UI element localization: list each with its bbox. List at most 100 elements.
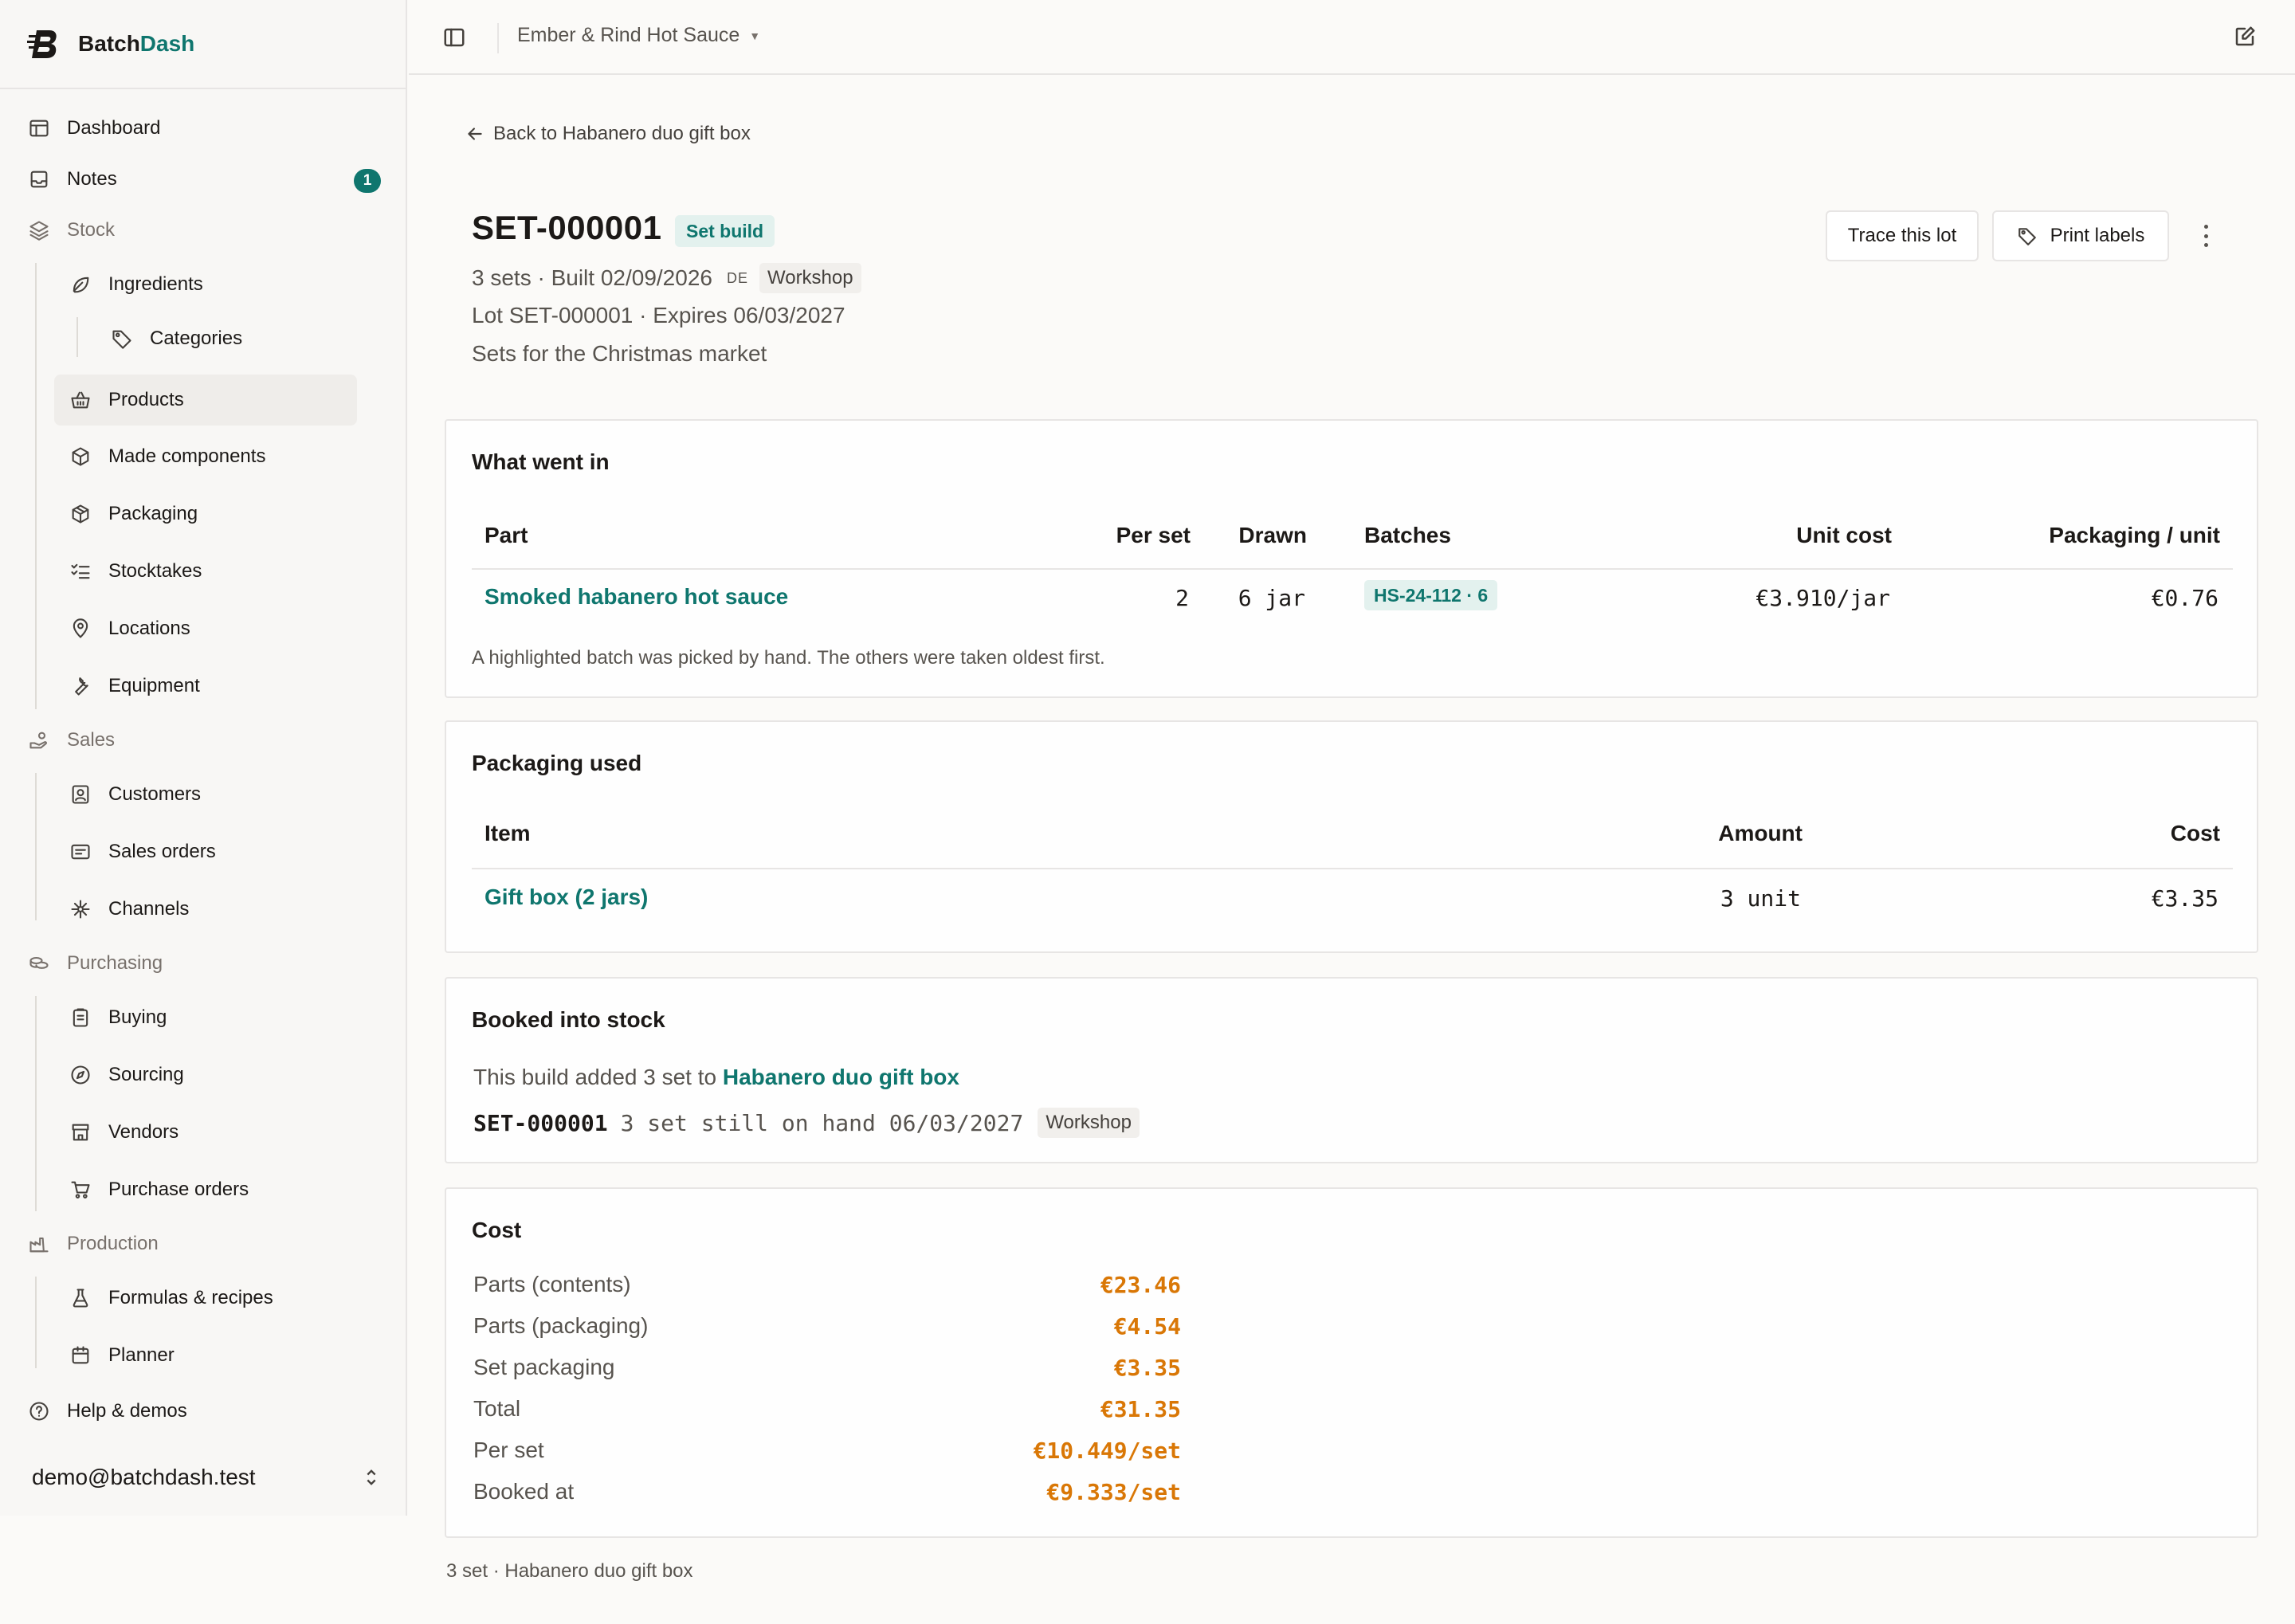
back-link-label: Back to Habanero duo gift box bbox=[493, 123, 751, 144]
network-icon bbox=[69, 897, 92, 921]
cost-value: €9.333/set bbox=[1046, 1479, 1181, 1505]
nav-label: Sales bbox=[67, 729, 116, 751]
sidebar: BatchDash Dashboard Notes 1 Stock Ingred… bbox=[0, 0, 407, 1516]
col-header-cost: Cost bbox=[2170, 821, 2220, 845]
leaf-icon bbox=[69, 273, 92, 296]
nav-label: Products bbox=[108, 389, 184, 410]
contact-icon bbox=[69, 783, 92, 806]
box-icon bbox=[69, 445, 92, 469]
nav-stocktakes[interactable]: Stocktakes bbox=[69, 547, 202, 595]
nav-dashboard[interactable]: Dashboard bbox=[27, 104, 160, 152]
nav-label: Purchasing bbox=[67, 952, 163, 974]
nav-label: Purchase orders bbox=[108, 1179, 249, 1200]
nav-buying[interactable]: Buying bbox=[69, 994, 167, 1041]
nav-group-stock[interactable]: Stock bbox=[27, 206, 115, 254]
wrench-icon bbox=[69, 674, 92, 698]
booked-product-link[interactable]: Habanero duo gift box bbox=[723, 1065, 959, 1089]
packaging-item-link[interactable]: Gift box (2 jars) bbox=[484, 885, 648, 910]
nav-vendors[interactable]: Vendors bbox=[69, 1108, 178, 1156]
nav-categories[interactable]: Categories bbox=[110, 315, 242, 363]
col-header-unit-cost: Unit cost bbox=[1796, 523, 1892, 547]
brand-name: BatchDash bbox=[78, 31, 195, 56]
on-hand-text: 3 set still on hand 06/03/2027 bbox=[620, 1109, 1024, 1136]
col-header-batches: Batches bbox=[1364, 523, 1451, 547]
layers-icon bbox=[27, 218, 51, 242]
cost-card: Cost Parts (contents) €23.46 Parts (pack… bbox=[445, 1187, 2258, 1538]
package-icon bbox=[69, 502, 92, 526]
cost-value: €23.46 bbox=[1100, 1272, 1181, 1298]
card-title: Booked into stock bbox=[472, 1007, 665, 1032]
notes-count-badge: 1 bbox=[354, 169, 381, 193]
compass-icon bbox=[69, 1063, 92, 1087]
col-header-drawn: Drawn bbox=[1238, 523, 1307, 547]
tree-line bbox=[35, 1277, 37, 1368]
nav-equipment[interactable]: Equipment bbox=[69, 662, 200, 710]
nav-sourcing[interactable]: Sourcing bbox=[69, 1051, 184, 1099]
batch-chip[interactable]: HS-24-112 · 6 bbox=[1364, 580, 1498, 610]
card-title: Packaging used bbox=[472, 751, 642, 775]
cost-label: Parts (packaging) bbox=[473, 1313, 649, 1338]
cost-label: Parts (contents) bbox=[473, 1272, 631, 1296]
nav-formulas[interactable]: Formulas & recipes bbox=[69, 1274, 273, 1322]
nav-customers[interactable]: Customers bbox=[69, 771, 201, 818]
footer-summary: 3 set · Habanero duo gift box bbox=[446, 1560, 693, 1582]
amount-value: 3 unit bbox=[1720, 885, 1801, 912]
col-header-part: Part bbox=[484, 523, 528, 547]
nav-ingredients[interactable]: Ingredients bbox=[69, 261, 203, 308]
button-label: Trace this lot bbox=[1847, 225, 1957, 246]
nav-label: Categories bbox=[150, 328, 243, 349]
nav-group-sales[interactable]: Sales bbox=[27, 716, 115, 764]
per-set-value: 2 bbox=[1175, 585, 1189, 611]
trace-lot-button[interactable]: Trace this lot bbox=[1826, 210, 1979, 261]
divider bbox=[472, 868, 2233, 869]
button-label: Print labels bbox=[2050, 225, 2145, 246]
nav-packaging[interactable]: Packaging bbox=[69, 490, 198, 538]
more-actions-icon[interactable] bbox=[2195, 222, 2217, 250]
booked-sentence: This build added 3 set to Habanero duo g… bbox=[473, 1065, 959, 1090]
workspace-switcher[interactable]: Ember & Rind Hot Sauce ▼ bbox=[517, 24, 760, 47]
nav-label: Help & demos bbox=[67, 1400, 187, 1422]
booked-into-stock-card: Booked into stock This build added 3 set… bbox=[445, 977, 2258, 1163]
arrow-left-icon bbox=[468, 127, 482, 140]
nav-planner[interactable]: Planner bbox=[69, 1332, 175, 1379]
nav-label: Dashboard bbox=[67, 117, 161, 139]
cost-value: €3.35 bbox=[2151, 885, 2218, 912]
nav-sales-orders[interactable]: Sales orders bbox=[69, 828, 216, 876]
nav-channels[interactable]: Channels bbox=[69, 885, 189, 933]
nav-group-purchasing[interactable]: Purchasing bbox=[27, 939, 163, 987]
part-link[interactable]: Smoked habanero hot sauce bbox=[484, 584, 788, 610]
cart-icon bbox=[69, 1178, 92, 1202]
caret-down-icon: ▼ bbox=[749, 29, 761, 42]
nav-label: Stock bbox=[67, 219, 116, 241]
divider bbox=[0, 88, 406, 89]
nav-purchase-orders[interactable]: Purchase orders bbox=[69, 1166, 249, 1214]
user-email: demo@batchdash.test bbox=[32, 1465, 256, 1489]
basket-icon bbox=[69, 388, 92, 412]
region-code: DE bbox=[726, 269, 748, 286]
nav-locations[interactable]: Locations bbox=[69, 605, 190, 653]
nav-help[interactable]: Help & demos bbox=[27, 1387, 187, 1435]
user-menu[interactable]: demo@batchdash.test bbox=[32, 1455, 382, 1500]
sidebar-toggle-icon[interactable] bbox=[442, 25, 466, 49]
nav-label: Formulas & recipes bbox=[108, 1287, 273, 1308]
edit-icon[interactable] bbox=[2233, 25, 2257, 49]
batch-pick-note: A highlighted batch was picked by hand. … bbox=[472, 647, 1105, 669]
lot-code: SET-000001 bbox=[473, 1109, 608, 1136]
nav-made-components[interactable]: Made components bbox=[69, 433, 265, 481]
nav-label: Notes bbox=[67, 168, 117, 190]
brand[interactable]: BatchDash bbox=[27, 25, 194, 62]
nav-label: Made components bbox=[108, 445, 266, 467]
coins-icon bbox=[27, 951, 51, 975]
packaging-used-card: Packaging used Item Amount Cost Gift box… bbox=[445, 720, 2258, 953]
back-link[interactable]: Back to Habanero duo gift box bbox=[465, 123, 751, 145]
nav-notes[interactable]: Notes bbox=[27, 155, 117, 203]
location-badge: Workshop bbox=[1038, 1108, 1140, 1138]
nav-label: Equipment bbox=[108, 675, 200, 696]
drawn-value: 6 jar bbox=[1238, 585, 1305, 611]
nav-label: Sourcing bbox=[108, 1064, 184, 1085]
nav-products[interactable]: Products bbox=[54, 375, 357, 426]
print-labels-button[interactable]: Print labels bbox=[1992, 210, 2169, 261]
help-circle-icon bbox=[27, 1399, 51, 1423]
lot-meta: Lot SET-000001 · Expires 06/03/2027 bbox=[472, 303, 845, 328]
nav-group-production[interactable]: Production bbox=[27, 1220, 159, 1268]
